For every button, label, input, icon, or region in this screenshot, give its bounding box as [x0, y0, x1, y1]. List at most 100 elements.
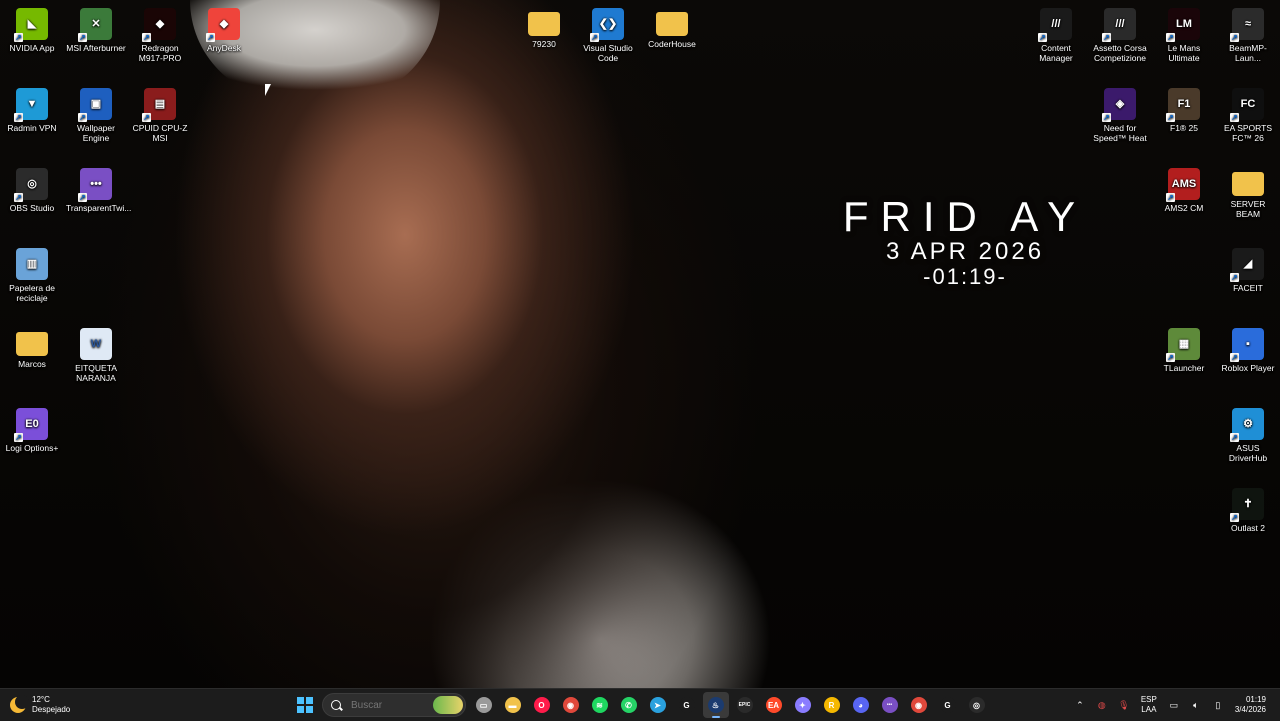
network-icon[interactable]: ▭: [1166, 697, 1182, 713]
desktop-icon[interactable]: 79230: [512, 4, 576, 49]
obs-icon: ◎ ↗: [14, 168, 48, 202]
folder-icon: [1232, 172, 1264, 196]
desktop-icon[interactable]: SERVER BEAM: [1216, 164, 1280, 219]
taskbar-app-button[interactable]: ▭: [471, 692, 497, 718]
spotify-icon: ≋: [591, 697, 608, 713]
security-icon[interactable]: ◍: [1094, 697, 1110, 713]
tray-clock[interactable]: 01:19 3/4/2026: [1235, 695, 1266, 715]
taskbar-app-button[interactable]: ▬: [500, 692, 526, 718]
tray-time: 01:19: [1245, 695, 1266, 704]
taskbar-app-button[interactable]: ✆: [616, 692, 642, 718]
game-controller-icon: ✦: [794, 697, 811, 713]
shortcut-arrow-icon: ↗: [14, 33, 23, 42]
taskbar-app-button[interactable]: ≋: [587, 692, 613, 718]
taskbar-app-button[interactable]: ◉: [558, 692, 584, 718]
keyboard-layout: LAA: [1141, 705, 1157, 714]
desktop-icon-label: OBS Studio: [9, 203, 55, 213]
weather-widget[interactable]: 12°C Despejado: [10, 693, 70, 717]
desktop-icon[interactable]: ▥ Papelera de reciclaje: [0, 244, 64, 303]
search-input[interactable]: [349, 698, 433, 712]
shortcut-arrow-icon: ↗: [1166, 113, 1175, 122]
desktop-icon[interactable]: ▣ ↗ Wallpaper Engine: [64, 84, 128, 143]
taskbar-app-button[interactable]: O: [529, 692, 555, 718]
taskbar-app-button[interactable]: •••: [877, 692, 903, 718]
windows-icon: [296, 697, 313, 713]
taskbar-app-button[interactable]: R: [819, 692, 845, 718]
tlauncher-icon: ▦ ↗: [1166, 328, 1200, 362]
obs-studio-icon: ◎: [968, 697, 985, 713]
desktop-icon[interactable]: E0 ↗ Logi Options+: [0, 404, 64, 453]
shortcut-arrow-icon: ↗: [78, 193, 87, 202]
desktop-icon[interactable]: ❮❯ ↗ Visual Studio Code: [576, 4, 640, 63]
desktop-icon[interactable]: ▤ ↗ CPUID CPU-Z MSI: [128, 84, 192, 143]
desktop-icon[interactable]: ◈ ↗ Need for Speed™ Heat: [1088, 84, 1152, 143]
chevron-up-icon[interactable]: ⌃: [1072, 697, 1088, 713]
taskbar-app-button[interactable]: ◉: [906, 692, 932, 718]
g-hub-2-icon: G: [939, 697, 956, 713]
shortcut-arrow-icon: ↗: [206, 33, 215, 42]
desktop-icon[interactable]: ≈ ↗ BeamMP-Laun...: [1216, 4, 1280, 63]
desktop-icon[interactable]: ◆ ↗ Redragon M917-PRO: [128, 4, 192, 63]
desktop-icon[interactable]: ◎ ↗ OBS Studio: [0, 164, 64, 213]
cpuz-icon: ▤ ↗: [142, 88, 176, 122]
folder-icon: [656, 12, 688, 36]
transparent-twitch-icon: ••• ↗: [78, 168, 112, 202]
desktop-icon-label: Outlast 2: [1230, 523, 1266, 533]
ea-fc-26-icon: FC ↗: [1230, 88, 1264, 122]
microphone-icon[interactable]: 🎙︎: [1116, 697, 1132, 713]
shortcut-arrow-icon: ↗: [590, 33, 599, 42]
chrome-profile-icon: ◉: [910, 697, 927, 713]
shortcut-arrow-icon: ↗: [1166, 353, 1175, 362]
desktop-icon[interactable]: F1 ↗ F1® 25: [1152, 84, 1216, 133]
language-indicator[interactable]: ESP LAA: [1141, 695, 1157, 715]
desktop-icon[interactable]: ▪ ↗ Roblox Player: [1216, 324, 1280, 373]
desktop-icon[interactable]: ••• ↗ TransparentTwi...: [64, 164, 131, 213]
desktop-icon[interactable]: ◣ ↗ NVIDIA App: [0, 4, 64, 53]
rockstar-icon: R: [823, 697, 840, 713]
taskbar-app-button[interactable]: ◕: [848, 692, 874, 718]
desktop-icon[interactable]: FC ↗ EA SPORTS FC™ 26: [1216, 84, 1280, 143]
taskbar-app-button[interactable]: EA: [761, 692, 787, 718]
battery-icon[interactable]: ▯: [1210, 697, 1226, 713]
desktop-icon[interactable]: ///↗ Assetto Corsa Competizione: [1088, 4, 1152, 63]
shortcut-arrow-icon: ↗: [1038, 33, 1047, 42]
taskbar-app-button[interactable]: G: [935, 692, 961, 718]
desktop-icon[interactable]: ✝ ↗ Outlast 2: [1216, 484, 1280, 533]
desktop-icon[interactable]: ///↗ Content Manager: [1024, 4, 1088, 63]
desktop-icon[interactable]: ◢ ↗ FACEIT: [1216, 244, 1280, 293]
desktop-icon[interactable]: ▼ ↗ Radmin VPN: [0, 84, 64, 133]
desktop-icon-label: BeamMP-Laun...: [1229, 43, 1267, 63]
desktop-icon[interactable]: ◆ ↗ AnyDesk: [192, 4, 256, 53]
shortcut-arrow-icon: ↗: [1230, 433, 1239, 442]
shortcut-arrow-icon: ↗: [14, 113, 23, 122]
folder-icon: [16, 332, 48, 356]
desktop-icon[interactable]: CoderHouse: [640, 4, 704, 49]
desktop-icon[interactable]: W EITQUETA NARANJA: [64, 324, 128, 383]
taskbar-app-button[interactable]: G: [674, 692, 700, 718]
msi-afterburner-icon: ✕ ↗: [78, 8, 112, 42]
desktop-icon[interactable]: ▦ ↗ TLauncher: [1152, 324, 1216, 373]
shortcut-arrow-icon: ↗: [142, 33, 151, 42]
desktop-icon-label: Radmin VPN: [7, 123, 57, 133]
taskbar-app-button[interactable]: ✦: [790, 692, 816, 718]
faceit-icon: ◢ ↗: [1230, 248, 1264, 282]
taskbar: 12°C Despejado ▭▬O◉≋✆➤G♨EPICEA✦R◕•••◉G◎ …: [0, 688, 1280, 721]
taskbar-app-button[interactable]: ♨: [702, 692, 729, 718]
desktop-icon-label: TLauncher: [1163, 363, 1205, 373]
desktop-icon[interactable]: AMS ↗ AMS2 CM: [1152, 164, 1216, 213]
clock-day: FRID AY: [842, 193, 1088, 240]
shortcut-arrow-icon: ↗: [1230, 353, 1239, 362]
desktop-icon[interactable]: Marcos: [0, 324, 64, 369]
volume-icon[interactable]: 🔈︎: [1188, 697, 1204, 713]
desktop-icon[interactable]: ✕ ↗ MSI Afterburner: [64, 4, 128, 53]
taskbar-app-button[interactable]: ◎: [964, 692, 990, 718]
desktop-icon-label: F1® 25: [1170, 123, 1198, 133]
desktop-icon-label: FACEIT: [1233, 283, 1263, 293]
taskbar-app-button[interactable]: EPIC: [732, 692, 758, 718]
search-box[interactable]: [322, 693, 466, 717]
desktop-icon[interactable]: ⚙ ↗ ASUS DriverHub: [1216, 404, 1280, 463]
start-button[interactable]: [292, 692, 318, 718]
taskbar-apps: ▭ ▬ O ◉ ≋ ✆ ➤ G ♨ EPIC EA ✦ R ◕ ••• ◉ G ◎: [290, 692, 991, 718]
desktop-icon[interactable]: LM ↗ Le Mans Ultimate: [1152, 4, 1216, 63]
taskbar-app-button[interactable]: ➤: [645, 692, 671, 718]
